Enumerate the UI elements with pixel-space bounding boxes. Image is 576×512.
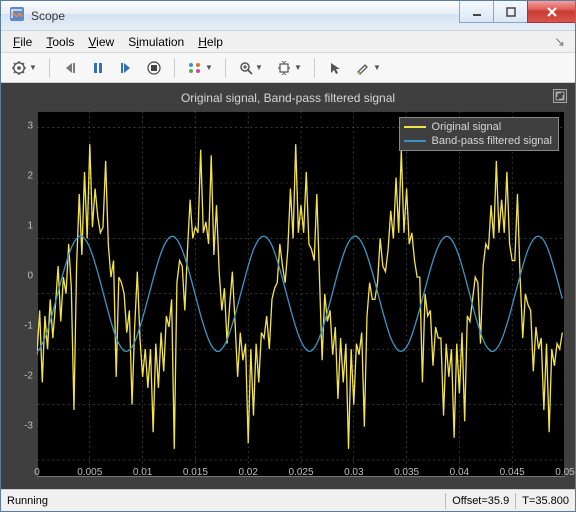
- y-axis-labels: -3 -2 -1 0 1 2 3: [11, 111, 35, 459]
- legend-label: Band-pass filtered signal: [432, 134, 552, 148]
- legend-swatch-icon: [404, 136, 426, 146]
- x-axis-labels: 0 0.005 0.01 0.015 0.02 0.025 0.03 0.035 0.04 0.0…: [37, 463, 565, 481]
- app-icon: [9, 6, 25, 25]
- legend-entry-original: Original signal: [404, 120, 552, 134]
- triggers-button[interactable]: ▼: [183, 56, 217, 80]
- pause-icon: [91, 61, 105, 75]
- menu-tools[interactable]: Tools: [40, 33, 80, 51]
- maximize-button[interactable]: [493, 1, 527, 23]
- stop-button[interactable]: [142, 56, 166, 80]
- close-button[interactable]: [527, 1, 575, 23]
- x-tick-label: 0: [34, 467, 40, 478]
- triggers-icon: [187, 61, 203, 75]
- zoom-button[interactable]: ▼: [234, 56, 268, 80]
- maximize-icon: [555, 91, 565, 101]
- step-back-icon: [63, 61, 77, 75]
- x-tick-label: 0.005: [77, 467, 102, 478]
- y-tick-label: 2: [27, 170, 33, 181]
- y-tick-label: 1: [27, 220, 33, 231]
- autoscale-icon: [276, 61, 292, 75]
- step-forward-button[interactable]: [114, 56, 138, 80]
- plot-title: Original signal, Band-pass filtered sign…: [181, 91, 395, 105]
- highlight-button[interactable]: ▼: [351, 56, 385, 80]
- y-tick-label: -2: [24, 370, 33, 381]
- y-tick-label: 0: [27, 270, 33, 281]
- scope-window: Scope FFileile Tools View Simulation Hel…: [0, 0, 576, 512]
- step-back-button[interactable]: [58, 56, 82, 80]
- legend-swatch-icon: [404, 122, 426, 132]
- toolbar-separator: [314, 58, 315, 78]
- x-tick-label: 0.04: [450, 467, 469, 478]
- highlight-icon: [355, 61, 371, 75]
- menu-help[interactable]: Help: [192, 33, 229, 51]
- menubar: FFileile Tools View Simulation Help ↘: [1, 31, 575, 53]
- cursor-button[interactable]: [323, 56, 347, 80]
- x-tick-label: 0.01: [133, 467, 152, 478]
- toolbar: ▼ ▼ ▼ ▼ ▼: [1, 53, 575, 83]
- window-title: Scope: [31, 9, 65, 23]
- x-tick-label: 0.035: [394, 467, 419, 478]
- settings-button[interactable]: ▼: [7, 56, 41, 80]
- plot-canvas: [37, 111, 565, 497]
- toolbar-separator: [49, 58, 50, 78]
- plot-panel: Original signal, Band-pass filtered sign…: [1, 83, 575, 489]
- x-tick-label: 0.03: [344, 467, 363, 478]
- x-tick-label: 0.05: [555, 467, 574, 478]
- zoom-in-icon: [239, 61, 253, 75]
- cursor-icon: [328, 61, 342, 75]
- dropdown-caret-icon: ▼: [255, 63, 263, 72]
- menu-overflow-icon[interactable]: ↘: [554, 34, 569, 50]
- minimize-button[interactable]: [459, 1, 493, 23]
- menu-simulation[interactable]: Simulation: [122, 33, 190, 51]
- legend-label: Original signal: [432, 120, 502, 134]
- menu-view[interactable]: View: [82, 33, 120, 51]
- toolbar-separator: [225, 58, 226, 78]
- step-forward-icon: [119, 61, 133, 75]
- menu-file[interactable]: FFileile: [7, 33, 38, 51]
- titlebar: Scope: [1, 1, 575, 31]
- y-tick-label: 3: [27, 120, 33, 131]
- plot-maximize-button[interactable]: [553, 89, 567, 103]
- autoscale-button[interactable]: ▼: [272, 56, 306, 80]
- dropdown-caret-icon: ▼: [294, 63, 302, 72]
- toolbar-separator: [174, 58, 175, 78]
- x-tick-label: 0.045: [500, 467, 525, 478]
- x-tick-label: 0.025: [288, 467, 313, 478]
- dropdown-caret-icon: ▼: [373, 63, 381, 72]
- dropdown-caret-icon: ▼: [29, 63, 37, 72]
- dropdown-caret-icon: ▼: [205, 63, 213, 72]
- x-tick-label: 0.015: [183, 467, 208, 478]
- pause-button[interactable]: [86, 56, 110, 80]
- plot-area[interactable]: -3-2-10123 00.0050.010.0150.020.0250.030…: [37, 111, 565, 481]
- stop-icon: [147, 61, 161, 75]
- y-tick-label: -1: [24, 320, 33, 331]
- gear-icon: [11, 60, 27, 76]
- y-tick-label: -3: [24, 420, 33, 431]
- plot-legend[interactable]: Original signal Band-pass filtered signa…: [399, 117, 559, 151]
- legend-entry-filtered: Band-pass filtered signal: [404, 134, 552, 148]
- x-tick-label: 0.02: [238, 467, 257, 478]
